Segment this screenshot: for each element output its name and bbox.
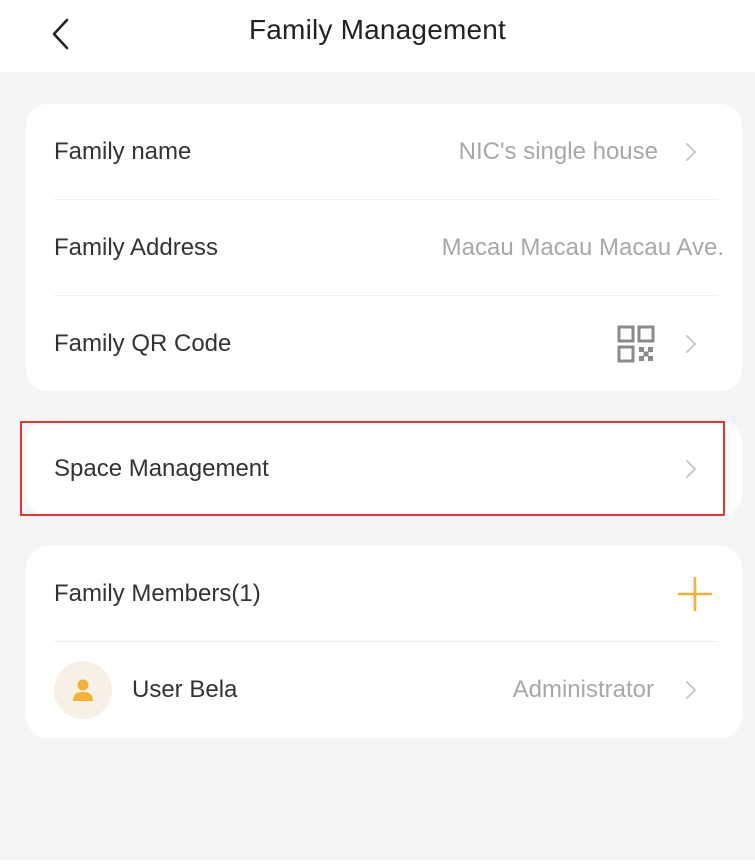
family-name-row[interactable]: Family name NIC's single house bbox=[26, 104, 742, 200]
family-qr-code-row[interactable]: Family QR Code bbox=[26, 296, 742, 391]
family-qr-code-label: Family QR Code bbox=[54, 329, 232, 357]
family-name-value: NIC's single house bbox=[458, 138, 658, 165]
plus-icon[interactable] bbox=[676, 575, 714, 613]
chevron-right-icon bbox=[686, 681, 696, 699]
chevron-right-icon bbox=[686, 143, 696, 161]
family-members-header: Family Members(1) bbox=[26, 546, 742, 642]
family-name-label: Family name bbox=[54, 138, 192, 165]
page-title: Family Management bbox=[248, 14, 507, 45]
member-role: Administrator bbox=[512, 676, 654, 703]
family-address-value: Macau Macau Macau Ave. bbox=[441, 234, 724, 261]
chevron-right-icon bbox=[686, 334, 696, 353]
space-management-row[interactable]: Space Management bbox=[26, 421, 742, 516]
space-management-card: Space Management bbox=[26, 421, 742, 516]
member-row[interactable]: User Bela Administrator bbox=[26, 642, 742, 738]
space-management-label: Space Management bbox=[54, 454, 269, 482]
chevron-right-icon bbox=[686, 459, 696, 478]
family-address-label: Family Address bbox=[54, 234, 219, 261]
family-address-row[interactable]: Family Address Macau Macau Macau Ave. bbox=[26, 200, 742, 296]
top-bar: Family Management bbox=[0, 0, 755, 72]
member-name: User Bela bbox=[132, 676, 238, 703]
family-members-card: Family Members(1) User Bela Administrato… bbox=[26, 546, 742, 738]
family-info-card: Family name NIC's single house Family Ad… bbox=[26, 104, 742, 391]
user-avatar-icon bbox=[73, 679, 93, 701]
bottom-edge bbox=[0, 860, 755, 867]
avatar bbox=[54, 661, 112, 719]
qr-code-icon bbox=[617, 325, 655, 362]
family-members-title: Family Members(1) bbox=[54, 580, 261, 607]
